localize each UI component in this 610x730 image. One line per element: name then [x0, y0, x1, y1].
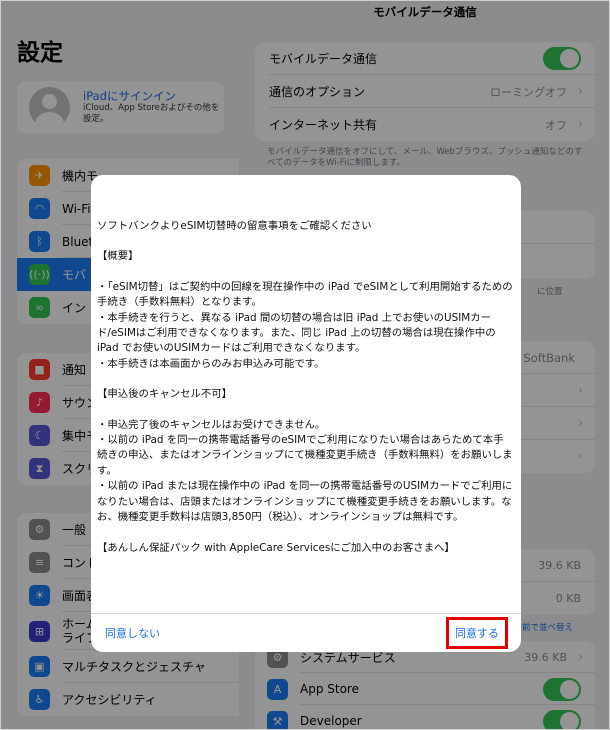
no-cancel-text: ・申込完了後のキャンセルはお受けできません。 ・以前の iPad を同一の携帯電… [97, 418, 513, 524]
section-heading-no-cancel: 【申込後のキャンセル不可】 [97, 388, 233, 401]
agree-button[interactable]: 同意する [446, 617, 508, 649]
dialog-body: ソフトバンクよりeSIM切替時の留意事項をご確認ください 【概要】 ・「eSIM… [91, 175, 521, 613]
dialog-footer: 同意しない 同意する [91, 613, 521, 652]
section-heading-overview: 【概要】 [97, 250, 139, 263]
overview-text: ・「eSIM切替」はご契約中の回線を現在操作中の iPad でeSIMとして利用… [97, 280, 513, 370]
esim-consent-dialog: ソフトバンクよりeSIM切替時の留意事項をご確認ください 【概要】 ・「eSIM… [91, 175, 521, 652]
dialog-heading: ソフトバンクよりeSIM切替時の留意事項をご確認ください [97, 220, 372, 232]
section-heading-applecare: 【あんしん保証パック with AppleCare Servicesにご加入中の… [97, 541, 455, 554]
decline-button[interactable]: 同意しない [105, 625, 160, 641]
ipad-settings-screen: 設定 iPadにサインイン iCloud、App Storeおよびその他を設定。… [0, 0, 610, 730]
